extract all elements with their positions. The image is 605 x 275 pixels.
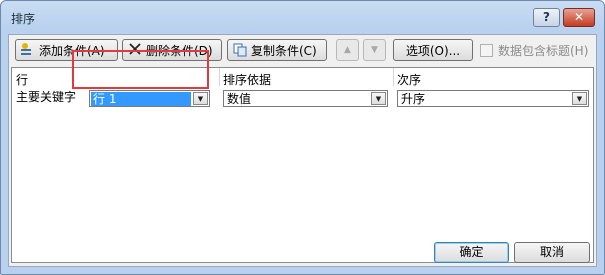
dialog-title: 排序 [11,12,36,26]
order-value: 升序 [401,92,426,106]
column-header-row: 行 [16,73,29,87]
title-bar: 排序 ? ✕ [1,1,604,33]
options-button[interactable]: 选项(O)... [393,39,473,61]
column-header-sort-on: 排序依据 [223,73,272,87]
annotation-highlight-box [72,50,209,89]
close-button[interactable]: ✕ [563,8,595,27]
copy-level-button[interactable]: 复制条件(C) [227,39,327,61]
sort-by-column-dropdown[interactable]: 行 1 ▼ [89,90,210,107]
sort-levels-grid: 行 排序依据 次序 主要关键字 行 1 ▼ 数值 ▼ 升序 ▼ [11,67,594,263]
chevron-down-icon[interactable]: ▼ [572,92,587,105]
cancel-button[interactable]: 取消 [514,242,590,263]
order-dropdown[interactable]: 升序 ▼ [397,90,589,107]
help-button[interactable]: ? [533,8,560,27]
column-header-order: 次序 [397,73,422,87]
move-up-button[interactable]: ▲ [336,39,359,61]
sort-dialog: 排序 ? ✕ 添加条件(A) 删除条件(D) 复制条件(C) ▲ ▼ 选项(O)… [0,0,605,275]
row-label-primary-key: 主要关键字 [16,90,77,104]
sort-by-column-value: 行 1 [91,92,191,106]
options-label: 选项(O)... [405,43,461,58]
chevron-down-icon[interactable]: ▼ [193,92,208,105]
ok-button[interactable]: 确定 [434,242,509,263]
sort-on-dropdown[interactable]: 数值 ▼ [223,90,388,107]
chevron-down-icon[interactable]: ▼ [371,92,386,105]
header-checkbox-group[interactable]: 数据包含标题(H) [480,42,588,59]
move-down-button[interactable]: ▼ [363,39,386,61]
sort-on-value: 数值 [227,92,252,106]
add-level-icon [20,42,36,58]
header-checkbox[interactable] [480,44,493,57]
column-separator [393,68,394,86]
column-separator [219,68,220,86]
header-checkbox-label: 数据包含标题(H) [498,44,589,58]
copy-icon [232,42,248,58]
copy-level-label: 复制条件(C) [251,43,317,58]
